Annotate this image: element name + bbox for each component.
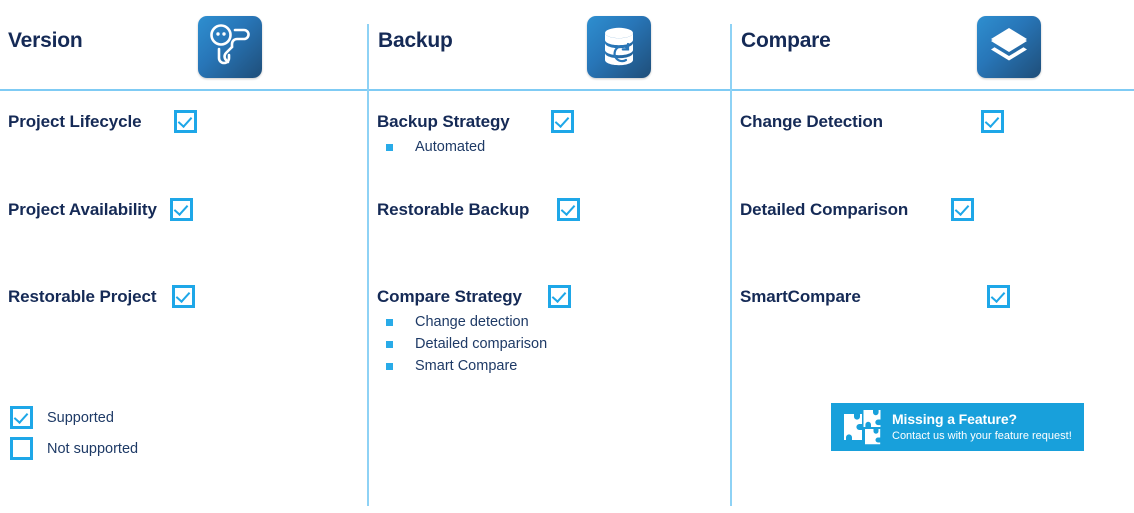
legend: Supported Not supported: [10, 402, 138, 464]
feature-main: Detailed Comparison: [740, 198, 975, 221]
feature-row: SmartCompare: [740, 285, 1010, 308]
feature-main: Backup Strategy: [377, 110, 574, 133]
legend-item-not-supported: Not supported: [10, 433, 138, 464]
legend-label: Not supported: [47, 440, 139, 457]
feature-main: Restorable Backup: [377, 198, 581, 221]
column-version: Version Project Lifecycle Project Availa…: [0, 0, 367, 513]
supported-checkbox[interactable]: [980, 110, 1004, 133]
feature-sublist: Automated: [377, 136, 574, 158]
feature-sub-item: Detailed comparison: [377, 333, 571, 355]
feature-sublist: Change detection Detailed comparison Sma…: [377, 311, 571, 377]
supported-checkbox[interactable]: [547, 285, 571, 308]
column-header-backup: Backup: [369, 0, 730, 89]
feature-label: Detailed Comparison: [740, 199, 909, 219]
column-header-compare: Compare: [732, 0, 1134, 89]
banner-subtitle: Contact us with your feature request!: [892, 430, 1072, 443]
feature-label: Compare Strategy: [377, 286, 522, 306]
feature-label: Restorable Project: [8, 286, 157, 306]
supported-checkbox[interactable]: [557, 198, 581, 221]
database-restore-icon: [587, 16, 651, 78]
feature-label: Restorable Backup: [377, 199, 530, 219]
supported-checkbox[interactable]: [169, 198, 193, 221]
feature-row: Project Availability: [8, 198, 193, 221]
column-backup: Backup Backup Strategy Automated Restora…: [369, 0, 730, 513]
supported-checkbox[interactable]: [174, 110, 198, 133]
column-header-version: Version: [0, 0, 367, 89]
feature-comparison-board: Version Project Lifecycle Project Availa…: [0, 0, 1134, 513]
version-tree-icon: [198, 16, 262, 78]
legend-supported-checkbox: [10, 406, 33, 429]
feature-label: Change Detection: [740, 111, 883, 131]
feature-row: Restorable Backup: [377, 198, 581, 221]
feature-label: Project Lifecycle: [8, 111, 142, 131]
puzzle-pieces-icon: [841, 408, 883, 446]
feature-main: Project Availability: [8, 198, 193, 221]
banner-title: Missing a Feature?: [892, 410, 1018, 427]
feature-main: Compare Strategy: [377, 285, 571, 308]
legend-item-supported: Supported: [10, 402, 138, 433]
feature-label: Project Availability: [8, 199, 157, 219]
feature-label: SmartCompare: [740, 286, 861, 306]
feature-label: Backup Strategy: [377, 111, 510, 131]
feature-row: Detailed Comparison: [740, 198, 975, 221]
supported-checkbox[interactable]: [172, 285, 196, 308]
feature-main: SmartCompare: [740, 285, 1010, 308]
layers-icon: [977, 16, 1041, 78]
feature-row: Backup Strategy Automated: [377, 110, 574, 158]
missing-feature-banner[interactable]: Missing a Feature? Contact us with your …: [831, 403, 1084, 451]
feature-row: Project Lifecycle: [8, 110, 198, 133]
feature-main: Restorable Project: [8, 285, 196, 308]
feature-sub-item: Change detection: [377, 311, 571, 333]
legend-not-supported-checkbox: [10, 437, 33, 460]
legend-label: Supported: [47, 409, 114, 426]
feature-sub-item: Automated: [377, 136, 574, 158]
supported-checkbox[interactable]: [550, 110, 574, 133]
column-title-backup: Backup: [378, 29, 453, 52]
feature-row: Change Detection: [740, 110, 1004, 133]
feature-main: Project Lifecycle: [8, 110, 198, 133]
column-title-version: Version: [8, 29, 83, 52]
banner-text: Missing a Feature? Contact us with your …: [892, 411, 1072, 443]
column-title-compare: Compare: [741, 29, 831, 52]
supported-checkbox[interactable]: [986, 285, 1010, 308]
feature-main: Change Detection: [740, 110, 1004, 133]
feature-row: Compare Strategy Change detection Detail…: [377, 285, 571, 377]
supported-checkbox[interactable]: [951, 198, 975, 221]
feature-sub-item: Smart Compare: [377, 355, 571, 377]
feature-row: Restorable Project: [8, 285, 196, 308]
